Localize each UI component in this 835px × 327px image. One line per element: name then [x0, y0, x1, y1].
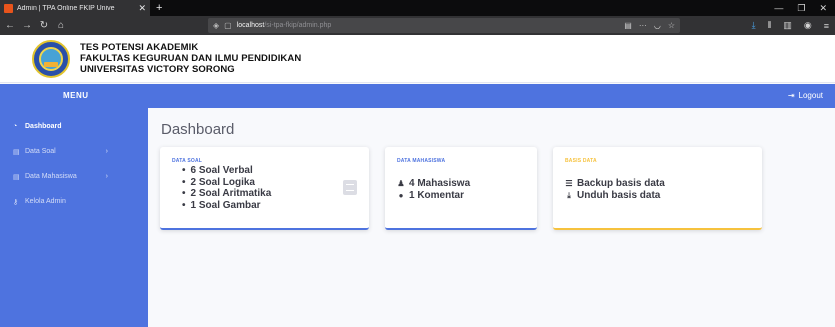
reader-icon[interactable]: ▤	[624, 21, 632, 30]
basis-data-actions: ☰ Backup basis data ⤓ Unduh basis data	[565, 178, 665, 202]
card-heading: DATA SOAL	[172, 158, 203, 164]
key-icon: ⚷	[13, 198, 19, 206]
url-host: localhost	[236, 22, 265, 29]
sidebar-item-label: Data Mahasiswa	[25, 173, 77, 180]
soal-list: 6 Soal Verbal 2 Soal Logika 2 Soal Aritm…	[182, 165, 272, 212]
list-item: 2 Soal Aritmatika	[182, 188, 272, 200]
download-database-link[interactable]: ⤓ Unduh basis data	[565, 190, 665, 202]
page-title: Dashboard	[161, 121, 235, 138]
close-window-icon[interactable]: ✕	[819, 0, 827, 16]
url-actions: ▤ ··· ◡ ☆	[624, 21, 675, 30]
clipboard-list-icon	[343, 180, 357, 195]
card-heading: DATA MAHASISWA	[397, 158, 446, 164]
comment-icon: ●	[398, 190, 404, 200]
bookmark-star-icon[interactable]: ☆	[668, 21, 675, 30]
sidebar: ◔ Dashboard ▤ Data Soal › ▤ Data Mahasis…	[0, 108, 148, 327]
site-titles: TES POTENSI AKADEMIK FAKULTAS KEGURUAN D…	[80, 42, 301, 75]
sidebar-item-dashboard[interactable]: ◔ Dashboard	[0, 119, 148, 134]
topbar: MENU ⇥ Logout	[0, 84, 835, 108]
download-label: Unduh basis data	[577, 189, 661, 201]
forward-icon[interactable]: →	[20, 20, 34, 31]
site-header: TES POTENSI AKADEMIK FAKULTAS KEGURUAN D…	[0, 35, 835, 83]
back-icon[interactable]: ←	[3, 20, 17, 31]
library-icon[interactable]: ⫴	[768, 20, 772, 31]
chevron-right-icon: ›	[105, 173, 108, 180]
menu-label: MENU	[63, 91, 89, 100]
sidebar-item-label: Kelola Admin	[25, 198, 66, 205]
more-icon[interactable]: ···	[639, 21, 647, 30]
list-item: 1 Soal Gambar	[182, 200, 271, 212]
menu-icon[interactable]: ≡	[824, 21, 829, 31]
reload-icon[interactable]: ↻	[37, 20, 51, 31]
chevron-right-icon: ›	[105, 148, 108, 155]
restore-icon[interactable]: ❐	[797, 0, 805, 16]
list-item: 6 Soal Verbal	[182, 165, 271, 177]
shield-icon[interactable]: ◈	[213, 21, 219, 30]
mahasiswa-count[interactable]: ♟ 4 Mahasiswa	[397, 178, 470, 190]
card-heading: BASIS DATA	[565, 158, 597, 164]
backup-database-link[interactable]: ☰ Backup basis data	[565, 178, 665, 190]
mahasiswa-info: ♟ 4 Mahasiswa ● 1 Komentar	[397, 178, 470, 201]
main-content: Dashboard DATA SOAL 6 Soal Verbal 2 Soal…	[148, 108, 835, 327]
sidebar-item-data-soal[interactable]: ▤ Data Soal ›	[0, 144, 148, 159]
browser-tabbar: Admin | TPA Online FKIP Unive ✕ + — ❐ ✕	[0, 0, 835, 16]
new-tab-button[interactable]: +	[150, 0, 168, 16]
tab-title: Admin | TPA Online FKIP Unive	[17, 4, 115, 12]
site-title-line1: TES POTENSI AKADEMIK	[80, 42, 199, 53]
minimize-icon[interactable]: —	[774, 0, 783, 16]
mahasiswa-count-label: 4 Mahasiswa	[409, 178, 471, 189]
card-basis-data: BASIS DATA ☰ Backup basis data ⤓ Unduh b…	[553, 147, 762, 230]
logout-button[interactable]: ⇥ Logout	[788, 84, 823, 108]
card-data-soal: DATA SOAL 6 Soal Verbal 2 Soal Logika 2 …	[160, 147, 369, 230]
toolbar-right: ⤓ ⫴ ▥ ◉ ≡	[752, 16, 829, 35]
komentar-count[interactable]: ● 1 Komentar	[397, 190, 470, 202]
backup-label: Backup basis data	[577, 178, 665, 189]
url-path: /si-tpa-fkip/admin.php	[264, 22, 332, 29]
window-controls: — ❐ ✕	[774, 0, 835, 16]
sidebar-item-data-mahasiswa[interactable]: ▤ Data Mahasiswa ›	[0, 169, 148, 184]
site-title-line2: FAKULTAS KEGURUAN DAN ILMU PENDIDIKAN	[80, 53, 302, 64]
sidebar-toggle-icon[interactable]: ▥	[783, 20, 792, 31]
download-icon[interactable]: ⤓	[752, 20, 756, 31]
list-icon: ▤	[13, 148, 20, 156]
user-icon: ♟	[397, 179, 405, 188]
logout-label: Logout	[798, 91, 823, 100]
list-icon: ▤	[13, 173, 20, 181]
pocket-icon[interactable]: ◡	[654, 21, 661, 30]
sign-out-icon: ⇥	[787, 91, 795, 100]
database-icon: ☰	[565, 179, 573, 188]
sidebar-item-kelola-admin[interactable]: ⚷ Kelola Admin	[0, 194, 148, 209]
account-icon[interactable]: ◉	[804, 20, 812, 31]
sidebar-item-label: Dashboard	[25, 123, 62, 130]
page-info-icon[interactable]: ▢	[224, 21, 232, 30]
download-icon: ⤓	[567, 190, 571, 200]
home-icon[interactable]: ⌂	[54, 20, 68, 31]
tachometer-icon: ◔	[13, 123, 18, 130]
favicon-icon	[4, 3, 13, 13]
sidebar-item-label: Data Soal	[25, 148, 56, 155]
card-data-mahasiswa: DATA MAHASISWA ♟ 4 Mahasiswa ● 1 Komenta…	[385, 147, 537, 230]
browser-navbar: ← → ↻ ⌂ ◈ ▢ localhost/si-tpa-fkip/admin.…	[0, 16, 835, 35]
site-title-line3: UNIVERSITAS VICTORY SORONG	[80, 64, 235, 75]
browser-tab[interactable]: Admin | TPA Online FKIP Unive ✕	[0, 0, 150, 16]
komentar-count-label: 1 Komentar	[409, 189, 465, 201]
university-logo	[32, 40, 70, 78]
list-item: 2 Soal Logika	[182, 177, 271, 189]
close-tab-icon[interactable]: ✕	[138, 3, 146, 13]
url-bar[interactable]: ◈ ▢ localhost/si-tpa-fkip/admin.php ▤ ··…	[208, 18, 680, 33]
